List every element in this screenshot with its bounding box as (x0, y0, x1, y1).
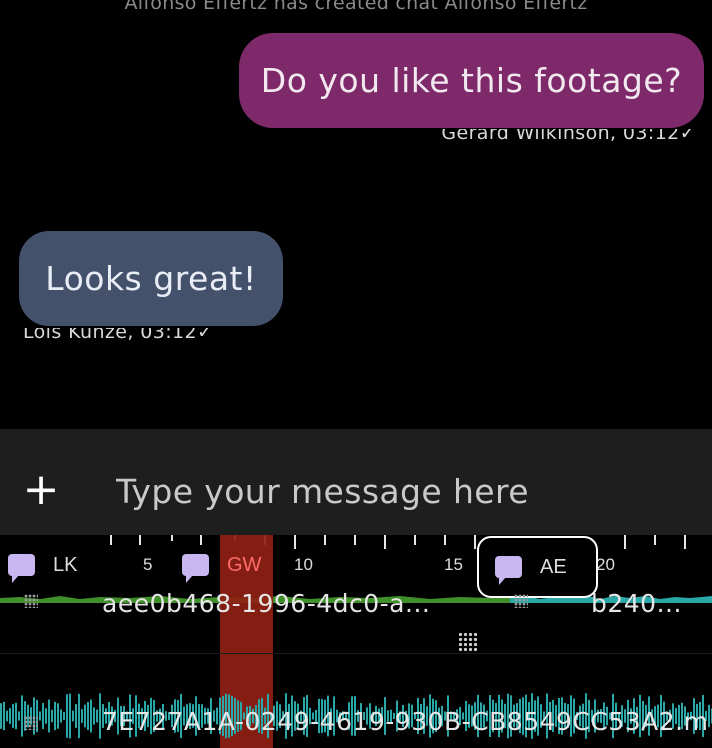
message-bubble-outgoing[interactable]: Do you like this footage? (239, 33, 704, 128)
message-composer: + (0, 429, 712, 535)
audio-wave-bar (87, 701, 89, 731)
ruler-tick (110, 535, 112, 545)
audio-wave-bar (48, 699, 50, 733)
audio-wave-bar (93, 707, 95, 725)
audio-wave-bar (99, 693, 101, 739)
message-input[interactable] (114, 465, 678, 517)
ruler-tick (324, 535, 326, 545)
ruler-tick (294, 535, 296, 549)
ruler-tick (139, 535, 141, 545)
audio-wave-bar (15, 702, 17, 730)
audio-wave-bar (0, 703, 2, 729)
plus-icon[interactable]: + (20, 468, 62, 512)
tick-label: 10 (294, 555, 313, 574)
comment-icon (495, 556, 522, 585)
comment-marker-lk[interactable]: LK (8, 551, 78, 583)
audio-wave-bar (21, 695, 23, 737)
audio-wave-bar (60, 709, 62, 723)
message-meta-text: Gerard Wilkinson, 03:12✓ (441, 129, 696, 144)
audio-wave-bar (9, 708, 11, 724)
marker-label: GW (227, 553, 262, 576)
ruler-tick (414, 535, 416, 545)
audio-wave-bar (42, 703, 44, 729)
clip-label[interactable]: b240... (591, 589, 682, 618)
audio-wave-bar (84, 704, 86, 728)
system-message: Alfonso Effertz has created chat Alfonso… (124, 0, 588, 14)
audio-wave-bar (63, 711, 65, 721)
message-text: Looks great! (45, 259, 257, 298)
audio-wave-bar (12, 704, 14, 728)
ruler-tick (624, 535, 626, 549)
video-timeline[interactable]: 5 10 15 20 LK GW AE aee0b468-1996-4dc0-a… (0, 535, 712, 748)
ruler-tick (354, 535, 356, 545)
track-divider (0, 653, 712, 654)
audio-wave-bar (90, 699, 92, 733)
message-text: Do you like this footage? (260, 61, 683, 100)
audio-wave-bar (54, 701, 56, 731)
message-meta-outgoing: Gerard Wilkinson, 03:12✓ (441, 129, 696, 149)
timeline-ruler[interactable]: 5 10 15 20 (0, 535, 712, 574)
ruler-tick (444, 535, 446, 545)
clip-label[interactable]: aee0b468-1996-4dc0-a... (102, 589, 430, 618)
audio-wave-bar (6, 710, 8, 722)
audio-wave-bar (81, 709, 83, 723)
clip-drag-handle[interactable] (24, 716, 38, 730)
message-meta-text: Lois Kunze, 03:12✓ (23, 328, 214, 343)
audio-wave-bar (18, 711, 20, 721)
audio-wave-bar (69, 693, 71, 739)
audio-wave-bar (96, 709, 98, 723)
ruler-tick (200, 535, 202, 545)
comment-icon (182, 554, 209, 583)
ruler-tick (474, 535, 476, 549)
marker-label: AE (540, 555, 567, 578)
ruler-tick (384, 535, 386, 549)
tick-label: 15 (444, 555, 463, 574)
audio-wave-bar (72, 710, 74, 722)
audio-wave-bar (57, 703, 59, 729)
clip-drag-handle[interactable] (514, 594, 528, 608)
clip-drag-handle[interactable] (24, 594, 38, 608)
message-meta-incoming: Lois Kunze, 03:12✓ (23, 328, 213, 348)
tick-label: 20 (596, 555, 615, 574)
comment-marker-gw[interactable]: GW (182, 551, 262, 583)
audio-wave-bar (3, 701, 5, 731)
audio-clip-label[interactable]: 7E727A1A-0249-4619-930B-CB8549CC53A2.m (102, 707, 708, 736)
message-bubble-incoming[interactable]: Looks great! (19, 231, 283, 326)
resize-handle[interactable] (458, 632, 478, 652)
tick-label: 5 (143, 555, 153, 574)
comment-marker-ae[interactable]: AE (477, 536, 598, 598)
audio-wave-bar (75, 704, 77, 728)
audio-wave-bar (66, 694, 68, 738)
ruler-tick (654, 535, 656, 545)
audio-wave-bar (39, 711, 41, 721)
audio-wave-bar (45, 708, 47, 724)
ruler-tick (171, 535, 173, 541)
comment-icon (8, 554, 35, 583)
ruler-tick (684, 535, 686, 549)
audio-wave-bar (51, 709, 53, 723)
audio-wave-bar (78, 693, 80, 739)
marker-label: LK (53, 553, 78, 576)
